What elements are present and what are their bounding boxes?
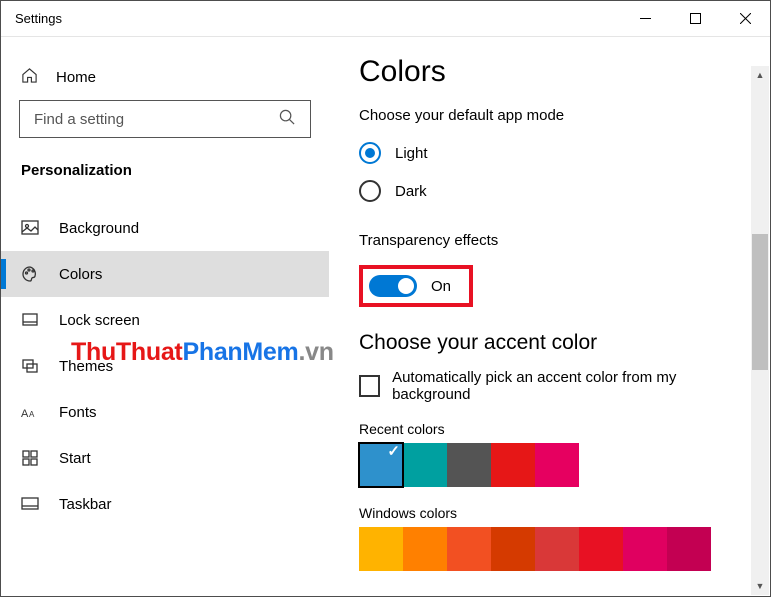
color-swatch[interactable] — [535, 443, 579, 487]
search-placeholder: Find a setting — [34, 111, 279, 128]
sidebar-item-label: Lock screen — [59, 312, 140, 329]
search-input[interactable]: Find a setting — [19, 100, 311, 138]
color-swatch[interactable] — [447, 443, 491, 487]
scroll-down-icon[interactable]: ▼ — [751, 577, 769, 595]
color-swatch[interactable] — [667, 527, 711, 571]
home-icon — [21, 67, 38, 88]
page-title: Colors — [359, 55, 740, 89]
window-title: Settings — [15, 11, 620, 26]
recent-colors-label: Recent colors — [359, 421, 740, 437]
title-bar: Settings — [1, 1, 770, 37]
accent-header: Choose your accent color — [359, 331, 740, 355]
sidebar-item-themes[interactable]: Themes — [1, 343, 329, 389]
recent-colors-row — [359, 443, 740, 487]
checkbox-icon — [359, 375, 380, 397]
transparency-label: Transparency effects — [359, 232, 740, 249]
sidebar-item-lock-screen[interactable]: Lock screen — [1, 297, 329, 343]
color-swatch[interactable] — [623, 527, 667, 571]
color-swatch[interactable] — [491, 443, 535, 487]
minimize-button[interactable] — [620, 1, 670, 36]
sidebar-item-start[interactable]: Start — [1, 435, 329, 481]
toggle-state: On — [431, 278, 451, 295]
search-icon — [279, 109, 296, 129]
scroll-thumb[interactable] — [752, 234, 768, 370]
maximize-button[interactable] — [670, 1, 720, 36]
color-swatch[interactable] — [579, 527, 623, 571]
sidebar-item-background[interactable]: Background — [1, 205, 329, 251]
radio-icon — [359, 180, 381, 202]
radio-dark[interactable]: Dark — [359, 172, 740, 210]
sidebar-item-label: Themes — [59, 358, 113, 375]
checkbox-label: Automatically pick an accent color from … — [392, 369, 740, 403]
sidebar-item-label: Colors — [59, 266, 102, 283]
sidebar-item-label: Fonts — [59, 404, 97, 421]
sidebar: Home Find a setting Personalization Back… — [1, 37, 329, 596]
scrollbar[interactable]: ▲ ▼ — [751, 66, 769, 595]
sidebar-section-title: Personalization — [1, 156, 329, 205]
palette-icon — [21, 265, 39, 283]
nav-home-label: Home — [56, 69, 96, 86]
sidebar-item-label: Start — [59, 450, 91, 467]
picture-icon — [21, 219, 39, 237]
radio-icon — [359, 142, 381, 164]
sidebar-item-label: Background — [59, 220, 139, 237]
svg-text:A: A — [21, 408, 29, 420]
color-swatch[interactable] — [403, 527, 447, 571]
color-swatch[interactable] — [535, 527, 579, 571]
transparency-toggle-highlight: On — [359, 265, 473, 307]
transparency-toggle[interactable] — [369, 275, 417, 297]
nav-home[interactable]: Home — [1, 55, 329, 100]
start-icon — [21, 449, 39, 467]
fonts-icon: AA — [21, 403, 39, 421]
color-swatch[interactable] — [447, 527, 491, 571]
auto-accent-checkbox[interactable]: Automatically pick an accent color from … — [359, 369, 740, 403]
radio-label: Dark — [395, 183, 427, 200]
sidebar-item-taskbar[interactable]: Taskbar — [1, 481, 329, 527]
sidebar-item-label: Taskbar — [59, 496, 112, 513]
lock-screen-icon — [21, 311, 39, 329]
radio-label: Light — [395, 145, 428, 162]
radio-light[interactable]: Light — [359, 134, 740, 172]
default-mode-label: Choose your default app mode — [359, 107, 740, 124]
brush-icon — [21, 357, 39, 375]
sidebar-item-colors[interactable]: Colors — [1, 251, 329, 297]
color-swatch[interactable] — [359, 527, 403, 571]
sidebar-item-fonts[interactable]: AA Fonts — [1, 389, 329, 435]
scroll-up-icon[interactable]: ▲ — [751, 66, 769, 84]
windows-colors-row — [359, 527, 740, 571]
svg-text:A: A — [29, 410, 35, 419]
windows-colors-label: Windows colors — [359, 505, 740, 521]
close-button[interactable] — [720, 1, 770, 36]
color-swatch[interactable] — [491, 527, 535, 571]
taskbar-icon — [21, 495, 39, 513]
color-swatch[interactable] — [359, 443, 403, 487]
window-controls — [620, 1, 770, 36]
content-area: Colors Choose your default app mode Ligh… — [329, 37, 770, 596]
color-swatch[interactable] — [403, 443, 447, 487]
scroll-track[interactable] — [751, 84, 769, 577]
